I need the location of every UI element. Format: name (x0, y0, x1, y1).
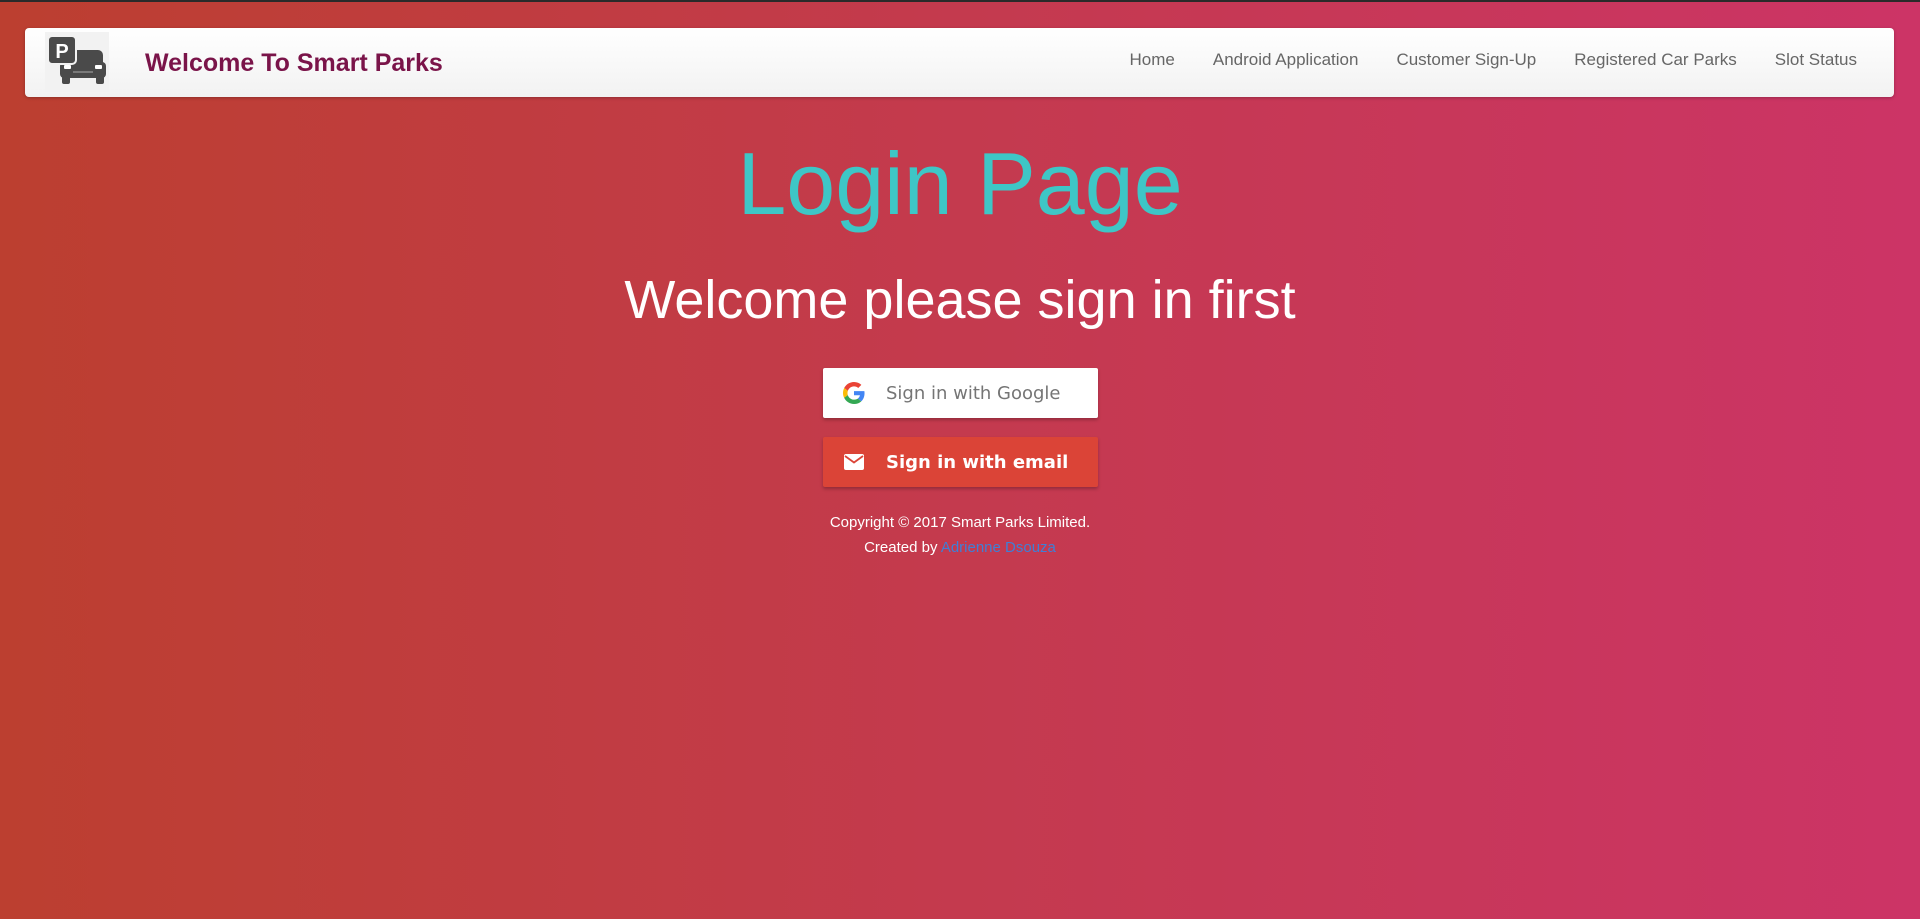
navbar: P Welcome To Smart Parks Home Android Ap… (25, 28, 1894, 97)
sign-in-email-button[interactable]: Sign in with email (823, 437, 1098, 487)
page-subtitle: Welcome please sign in first (624, 270, 1296, 330)
nav-home[interactable]: Home (1130, 50, 1175, 70)
author-link[interactable]: Adrienne Dsouza (941, 539, 1056, 556)
parking-car-icon[interactable]: P (45, 32, 109, 92)
main-nav: Home Android Application Customer Sign-U… (1130, 50, 1857, 70)
page-title: Login Page (737, 134, 1183, 233)
window-top-border (0, 0, 1920, 2)
sign-in-google-button[interactable]: Sign in with Google (823, 368, 1098, 418)
nav-android-application[interactable]: Android Application (1213, 50, 1359, 70)
copyright-text: Copyright © 2017 Smart Parks Limited. (829, 514, 1091, 531)
svg-text:P: P (55, 41, 68, 63)
footer: Copyright © 2017 Smart Parks Limited. Cr… (0, 510, 1920, 560)
envelope-icon (842, 450, 866, 474)
sign-in-google-label: Sign in with Google (886, 382, 1061, 404)
nav-slot-status[interactable]: Slot Status (1775, 50, 1857, 70)
sign-in-email-label: Sign in with email (886, 451, 1069, 473)
nav-customer-sign-up[interactable]: Customer Sign-Up (1396, 50, 1536, 70)
created-by-label: Created by (864, 539, 938, 556)
credits-line: Created by Adrienne Dsouza (0, 535, 1920, 560)
nav-registered-car-parks[interactable]: Registered Car Parks (1574, 50, 1737, 70)
google-g-icon (842, 381, 866, 405)
site-title[interactable]: Welcome To Smart Parks (145, 49, 443, 78)
